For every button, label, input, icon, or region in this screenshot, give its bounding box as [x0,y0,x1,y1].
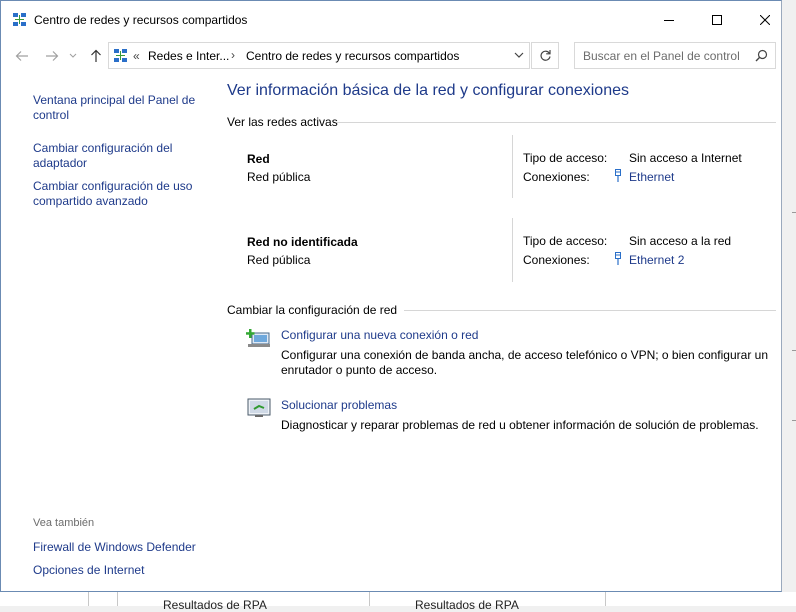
network-type[interactable]: Red pública [247,253,310,267]
background-cell: Resultados de RPA [415,598,519,612]
network-icon [114,49,127,62]
ethernet-icon [615,169,621,182]
ethernet-2-connection-link[interactable]: Ethernet 2 [629,253,684,267]
background-tick [792,212,796,213]
new-connection-link[interactable]: Configurar una nueva conexión o red [281,328,478,342]
up-button[interactable] [87,47,105,65]
arrow-up-icon [91,49,101,62]
arrow-left-icon [15,51,28,61]
title-bar[interactable]: Centro de redes y recursos compartidos [1,1,781,38]
troubleshoot-link[interactable]: Solucionar problemas [281,398,397,412]
background-cell: Resultados de RPA [163,598,267,612]
background-tick [792,350,796,351]
minimize-icon [664,19,674,21]
ethernet-connection-link[interactable]: Ethernet [629,170,674,184]
minimize-button[interactable] [646,1,692,38]
background-divider [605,592,606,606]
address-overflow[interactable]: « [133,49,140,63]
troubleshoot-icon [247,398,271,417]
back-button[interactable] [13,47,31,65]
network-center-window: Centro de redes y recursos compartidos «… [0,0,782,592]
maximize-icon [712,14,722,25]
background-divider [117,592,118,606]
network-icon [13,13,26,26]
network-divider [512,135,513,198]
new-connection-description: Configurar una conexión de banda ancha, … [281,348,768,377]
refresh-icon [539,50,551,61]
active-networks-label: Ver las redes activas [227,115,338,129]
address-bar[interactable]: « Redes e Inter... › Centro de redes y r… [108,42,530,69]
connections-label: Conexiones: [523,253,590,267]
see-also-heading: Vea también [33,517,95,529]
change-settings-label: Cambiar la configuración de red [227,303,398,317]
background-divider [88,592,89,606]
close-icon [760,14,770,25]
network-name: Red no identificada [247,235,358,249]
close-button[interactable] [742,1,781,38]
page-title: Ver información básica de la red y confi… [227,82,629,99]
see-also-internet-options-link[interactable]: Opciones de Internet [33,563,208,578]
see-also-firewall-link[interactable]: Firewall de Windows Defender [33,540,208,555]
search-icon[interactable] [755,49,768,62]
breadcrumb-current[interactable]: Centro de redes y recursos compartidos [246,49,459,63]
network-type[interactable]: Red pública [247,170,310,184]
connections-label: Conexiones: [523,170,590,184]
background-divider [369,592,370,606]
section-divider [337,122,776,123]
background-tick [792,420,796,421]
access-type-value: Sin acceso a la red [629,234,732,248]
chevron-down-icon [69,53,77,58]
breadcrumb-separator[interactable]: › [231,48,235,62]
network-divider [512,218,513,282]
forward-button[interactable] [43,47,61,65]
network-name: Red [247,152,270,166]
search-box[interactable]: Buscar en el Panel de control [574,42,776,69]
sidebar-link-control-panel-home[interactable]: Ventana principal del Panel de control [33,93,208,123]
ethernet-icon [615,252,621,265]
search-placeholder[interactable]: Buscar en el Panel de control [583,49,740,63]
sidebar-link-advanced-sharing[interactable]: Cambiar configuración de uso compartido … [33,179,208,209]
section-divider [404,310,776,311]
window-title: Centro de redes y recursos compartidos [34,13,248,27]
access-type-label: Tipo de acceso: [523,234,608,248]
chevron-down-icon[interactable] [514,51,524,59]
troubleshoot-description: Diagnosticar y reparar problemas de red … [281,418,759,432]
refresh-button[interactable] [531,42,559,69]
background-app-strip [0,592,796,606]
breadcrumb-networks[interactable]: Redes e Inter... [148,49,229,63]
access-type-value: Sin acceso a Internet [629,151,742,165]
new-connection-icon [246,329,270,347]
sidebar-link-adapter-settings[interactable]: Cambiar configuración del adaptador [33,141,208,171]
recent-locations-button[interactable] [67,47,79,65]
arrow-right-icon [46,51,59,61]
access-type-label: Tipo de acceso: [523,151,608,165]
maximize-button[interactable] [694,1,740,38]
